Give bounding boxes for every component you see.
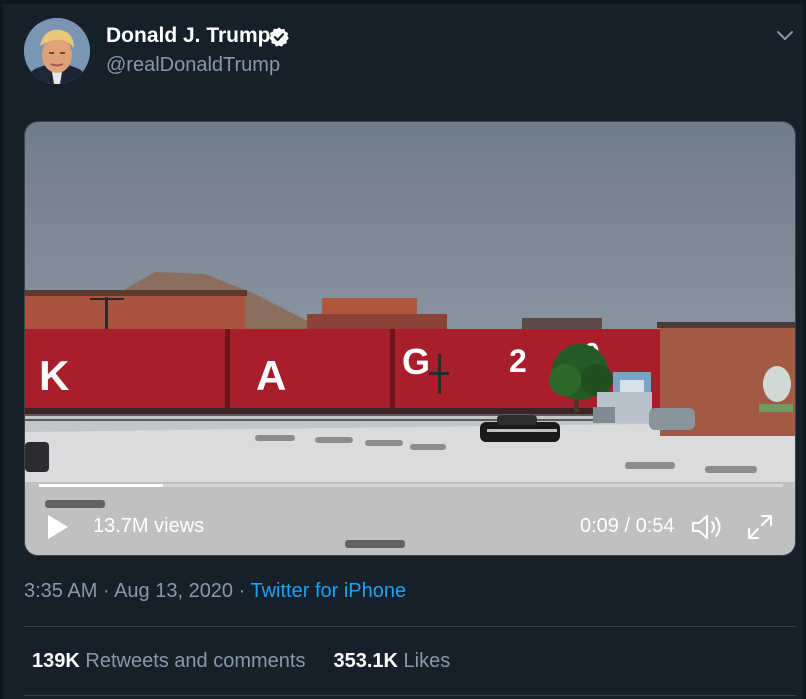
tweet-meta: 3:35 AM · Aug 13, 2020 · Twitter for iPh… (24, 580, 406, 603)
avatar[interactable] (24, 18, 90, 84)
boxcar-letter: 2 (509, 343, 527, 379)
duration: 0:54 (635, 515, 675, 537)
video-progress-fill (39, 484, 164, 487)
retweets-stat[interactable]: 139K Retweets and comments (32, 650, 305, 673)
tweet-stats: 139K Retweets and comments 353.1K Likes (32, 650, 450, 673)
author-handle[interactable]: @realDonaldTrump (106, 54, 280, 77)
window-frame-top (0, 0, 806, 4)
tweet-time[interactable]: 3:35 AM (24, 580, 97, 602)
play-icon[interactable] (45, 512, 71, 542)
likes-stat[interactable]: 353.1K Likes (333, 650, 450, 673)
author-name[interactable]: Donald J. Trump (106, 24, 271, 48)
fullscreen-icon[interactable] (745, 512, 775, 542)
avatar-image (24, 18, 90, 84)
video-time: 0:09 / 0:54 (580, 515, 675, 538)
meta-separator: · (233, 580, 251, 602)
verified-badge-icon (269, 27, 289, 47)
time-separator: / (618, 515, 636, 537)
retweets-count: 139K (32, 650, 80, 672)
video-frame: K A G 2 0 (25, 122, 795, 555)
divider (24, 626, 796, 627)
divider (24, 695, 796, 696)
boxcar-letter: K (39, 352, 69, 399)
chevron-down-icon[interactable] (772, 22, 798, 48)
likes-label: Likes (403, 650, 451, 672)
video-progress-bar[interactable] (39, 484, 783, 487)
volume-icon[interactable] (690, 512, 726, 542)
likes-count: 353.1K (333, 650, 398, 672)
tweet-source-link[interactable]: Twitter for iPhone (250, 580, 406, 602)
retweets-label: Retweets and comments (85, 650, 306, 672)
tweet-date[interactable]: Aug 13, 2020 (114, 580, 233, 602)
current-time: 0:09 (580, 515, 619, 537)
video-player[interactable]: K A G 2 0 (24, 121, 796, 556)
boxcar-letter: A (256, 352, 286, 399)
view-count: 13.7M views (93, 515, 205, 537)
boxcar-letter: G (402, 341, 430, 382)
window-frame-left (0, 0, 3, 699)
meta-separator: · (97, 580, 115, 602)
